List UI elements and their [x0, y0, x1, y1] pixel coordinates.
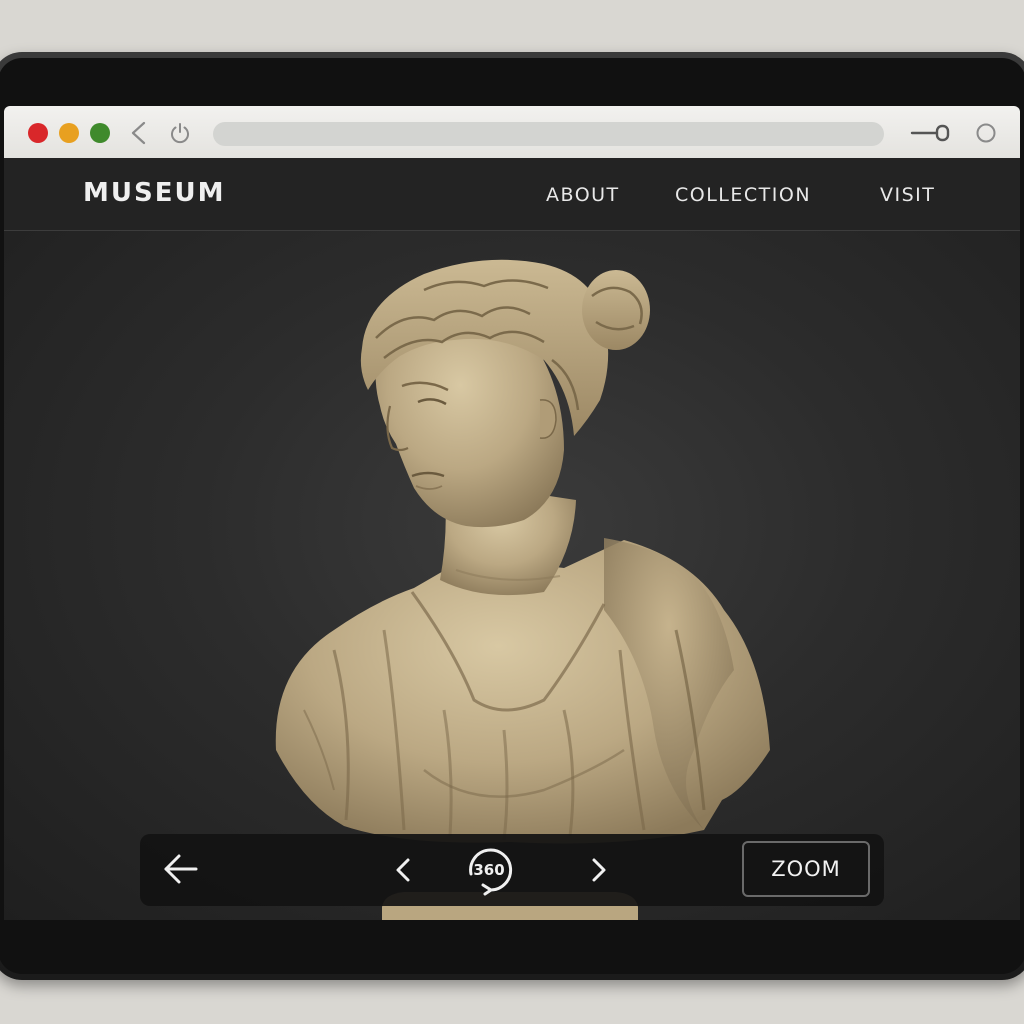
back-arrow-icon[interactable] [126, 120, 150, 146]
site-nav: MUSEUM ABOUT COLLECTION VISIT [4, 158, 1020, 231]
window-close-button[interactable] [28, 123, 48, 143]
power-icon[interactable] [168, 121, 192, 145]
nav-link-about[interactable]: ABOUT [546, 184, 620, 206]
nav-link-collection[interactable]: COLLECTION [675, 184, 811, 206]
site-logo[interactable]: MUSEUM [83, 178, 225, 208]
zoom-button[interactable]: ZOOM [742, 841, 870, 897]
chevron-left-icon[interactable] [394, 857, 412, 883]
window-maximize-button[interactable] [90, 123, 110, 143]
chevron-right-icon[interactable] [590, 857, 608, 883]
nav-link-visit[interactable]: VISIT [880, 184, 935, 206]
key-icon[interactable] [910, 122, 952, 144]
rotate-360-label: 360 [473, 861, 505, 879]
sculpture-bust-image[interactable] [4, 230, 1020, 920]
rotate-360-button[interactable]: 360 [461, 844, 517, 896]
circle-icon[interactable] [975, 122, 997, 144]
museum-page: MUSEUM ABOUT COLLECTION VISIT [4, 158, 1020, 920]
arrow-left-icon[interactable] [162, 852, 200, 886]
address-bar[interactable] [213, 122, 884, 146]
window-minimize-button[interactable] [59, 123, 79, 143]
